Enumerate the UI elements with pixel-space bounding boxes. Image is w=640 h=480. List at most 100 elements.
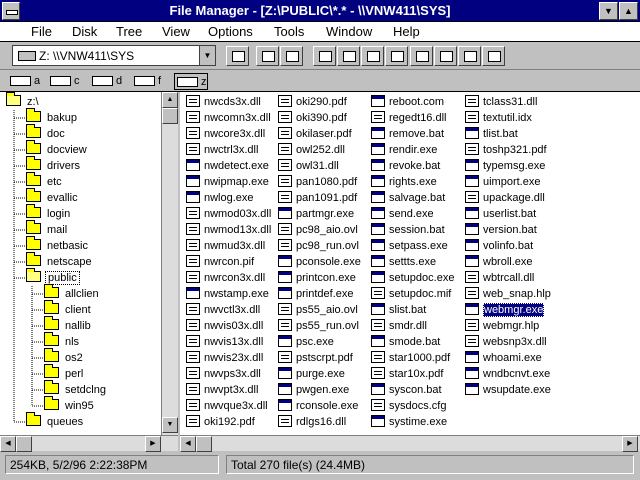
tree-vertical-scrollbar[interactable]: ▲ ▼ [161, 92, 178, 435]
scroll-thumb[interactable] [196, 436, 212, 452]
file-item[interactable]: systime.exe [371, 414, 447, 430]
file-item[interactable]: settts.exe [371, 254, 436, 270]
file-item[interactable]: purge.exe [278, 366, 345, 382]
file-item[interactable]: reboot.com [371, 94, 444, 110]
scroll-thumb[interactable] [162, 108, 178, 124]
tool-2-button[interactable] [434, 46, 457, 66]
directory-tree[interactable]: z:\ bakup doc docview drivers etc evallic login… [0, 92, 178, 451]
file-item[interactable]: revoke.bat [371, 158, 440, 174]
file-item[interactable]: typemsg.exe [465, 158, 545, 174]
file-item[interactable]: nwstamp.exe [186, 286, 269, 302]
menu-disk[interactable]: Disk [72, 24, 97, 39]
file-item[interactable]: salvage.bat [371, 190, 445, 206]
file-item[interactable]: rdlgs16.dll [278, 414, 346, 430]
file-item[interactable]: nwmud3x.dll [186, 238, 265, 254]
file-item[interactable]: oki290.pdf [278, 94, 347, 110]
file-item[interactable]: send.exe [371, 206, 434, 222]
file-item[interactable]: toshp321.pdf [465, 142, 547, 158]
sort-by-type-button[interactable] [337, 46, 360, 66]
file-item[interactable]: okilaser.pdf [278, 126, 352, 142]
file-item[interactable]: version.bat [465, 222, 537, 238]
connect-network-drive-button[interactable] [226, 46, 249, 66]
scroll-right-icon[interactable]: ▶ [145, 436, 161, 452]
file-item[interactable]: nwrcon.pif [186, 254, 254, 270]
menu-window[interactable]: Window [326, 24, 372, 39]
file-item[interactable]: pstscrpt.pdf [278, 350, 353, 366]
file-item[interactable]: tclass31.dll [465, 94, 537, 110]
sort-by-name-button[interactable] [313, 46, 336, 66]
file-item[interactable]: oki390.pdf [278, 110, 347, 126]
scroll-up-icon[interactable]: ▲ [162, 92, 178, 108]
tree-item-setdclng[interactable]: setdclng [44, 380, 108, 398]
file-item[interactable]: nwcds3x.dll [186, 94, 261, 110]
file-item[interactable]: owl31.dll [278, 158, 339, 174]
file-item[interactable]: syscon.bat [371, 382, 442, 398]
file-item[interactable]: tlist.bat [465, 126, 518, 142]
file-item[interactable]: slist.bat [371, 302, 426, 318]
tree-item-root[interactable]: z:\ [6, 92, 41, 110]
menu-file[interactable]: File [31, 24, 52, 39]
file-item[interactable]: pconsole.exe [278, 254, 361, 270]
tree-item-win95[interactable]: win95 [44, 396, 96, 414]
file-item[interactable]: whoami.exe [465, 350, 542, 366]
file-item[interactable]: smdr.dll [371, 318, 427, 334]
system-menu-icon[interactable] [2, 2, 20, 20]
file-item[interactable]: printcon.exe [278, 270, 356, 286]
drive-a[interactable]: a [8, 73, 40, 90]
tree-horizontal-scrollbar[interactable]: ◀ ▶ [0, 435, 178, 452]
file-item[interactable]: pan1091.pdf [278, 190, 357, 206]
file-item[interactable]: nwmod03x.dll [186, 206, 271, 222]
tree-item-netscape[interactable]: netscape [26, 252, 94, 270]
file-item[interactable]: partmgr.exe [278, 206, 354, 222]
drive-d[interactable]: d [90, 73, 122, 90]
file-item[interactable]: setpass.exe [371, 238, 448, 254]
file-item[interactable]: nwctrl3x.dll [186, 142, 258, 158]
menu-view[interactable]: View [162, 24, 190, 39]
file-item[interactable]: uimport.exe [465, 174, 540, 190]
menu-help[interactable]: Help [393, 24, 420, 39]
minimize-button[interactable]: ▼ [599, 2, 618, 20]
file-item[interactable]: regedt16.dll [371, 110, 447, 126]
tool-4-button[interactable] [482, 46, 505, 66]
scroll-right-icon[interactable]: ▶ [622, 436, 638, 452]
file-item[interactable]: nwvis13x.dll [186, 334, 263, 350]
file-item[interactable]: nwipmap.exe [186, 174, 269, 190]
file-item[interactable]: webmgr.exe [465, 302, 545, 318]
file-item[interactable]: nwcomn3x.dll [186, 110, 271, 126]
file-item[interactable]: rendir.exe [371, 142, 437, 158]
file-item[interactable]: pc98_aio.ovl [278, 222, 358, 238]
file-item[interactable]: nwdetect.exe [186, 158, 269, 174]
file-item[interactable]: websnp3x.dll [465, 334, 547, 350]
file-item[interactable]: sysdocs.cfg [371, 398, 446, 414]
file-list[interactable]: nwcds3x.dll nwcomn3x.dll nwcore3x.dll nwctr… [180, 92, 640, 435]
scroll-left-icon[interactable]: ◀ [0, 436, 16, 452]
file-item[interactable]: wbroll.exe [465, 254, 533, 270]
view-details-button[interactable] [280, 46, 303, 66]
file-item[interactable]: wbtrcall.dll [465, 270, 534, 286]
scroll-thumb[interactable] [16, 436, 32, 452]
file-item[interactable]: star10x.pdf [371, 366, 443, 382]
file-item[interactable]: rconsole.exe [278, 398, 358, 414]
file-item[interactable]: owl252.dll [278, 142, 345, 158]
file-item[interactable]: nwrcon3x.dll [186, 270, 265, 286]
drive-f[interactable]: f [132, 73, 161, 90]
file-item[interactable]: psc.exe [278, 334, 334, 350]
file-item[interactable]: session.bat [371, 222, 445, 238]
maximize-button[interactable]: ▲ [619, 2, 638, 20]
tool-1-button[interactable] [410, 46, 433, 66]
file-item[interactable]: setupdoc.mif [371, 286, 451, 302]
drive-c[interactable]: c [48, 73, 80, 90]
file-item[interactable]: remove.bat [371, 126, 444, 142]
file-item[interactable]: nwmod13x.dll [186, 222, 271, 238]
file-item[interactable]: nwvps3x.dll [186, 366, 261, 382]
tree-item-queues[interactable]: queues [26, 412, 85, 430]
file-item[interactable]: webmgr.hlp [465, 318, 539, 334]
dropdown-arrow-icon[interactable]: ▼ [199, 46, 215, 65]
menu-tree[interactable]: Tree [116, 24, 142, 39]
file-item[interactable]: web_snap.hlp [465, 286, 551, 302]
file-item[interactable]: nwvctl3x.dll [186, 302, 260, 318]
file-item[interactable]: ps55_aio.ovl [278, 302, 358, 318]
tree-item-docview[interactable]: docview [26, 140, 89, 158]
sort-by-size-button[interactable] [361, 46, 384, 66]
drive-select[interactable]: Z: \\VNW411\SYS ▼ [12, 45, 216, 66]
